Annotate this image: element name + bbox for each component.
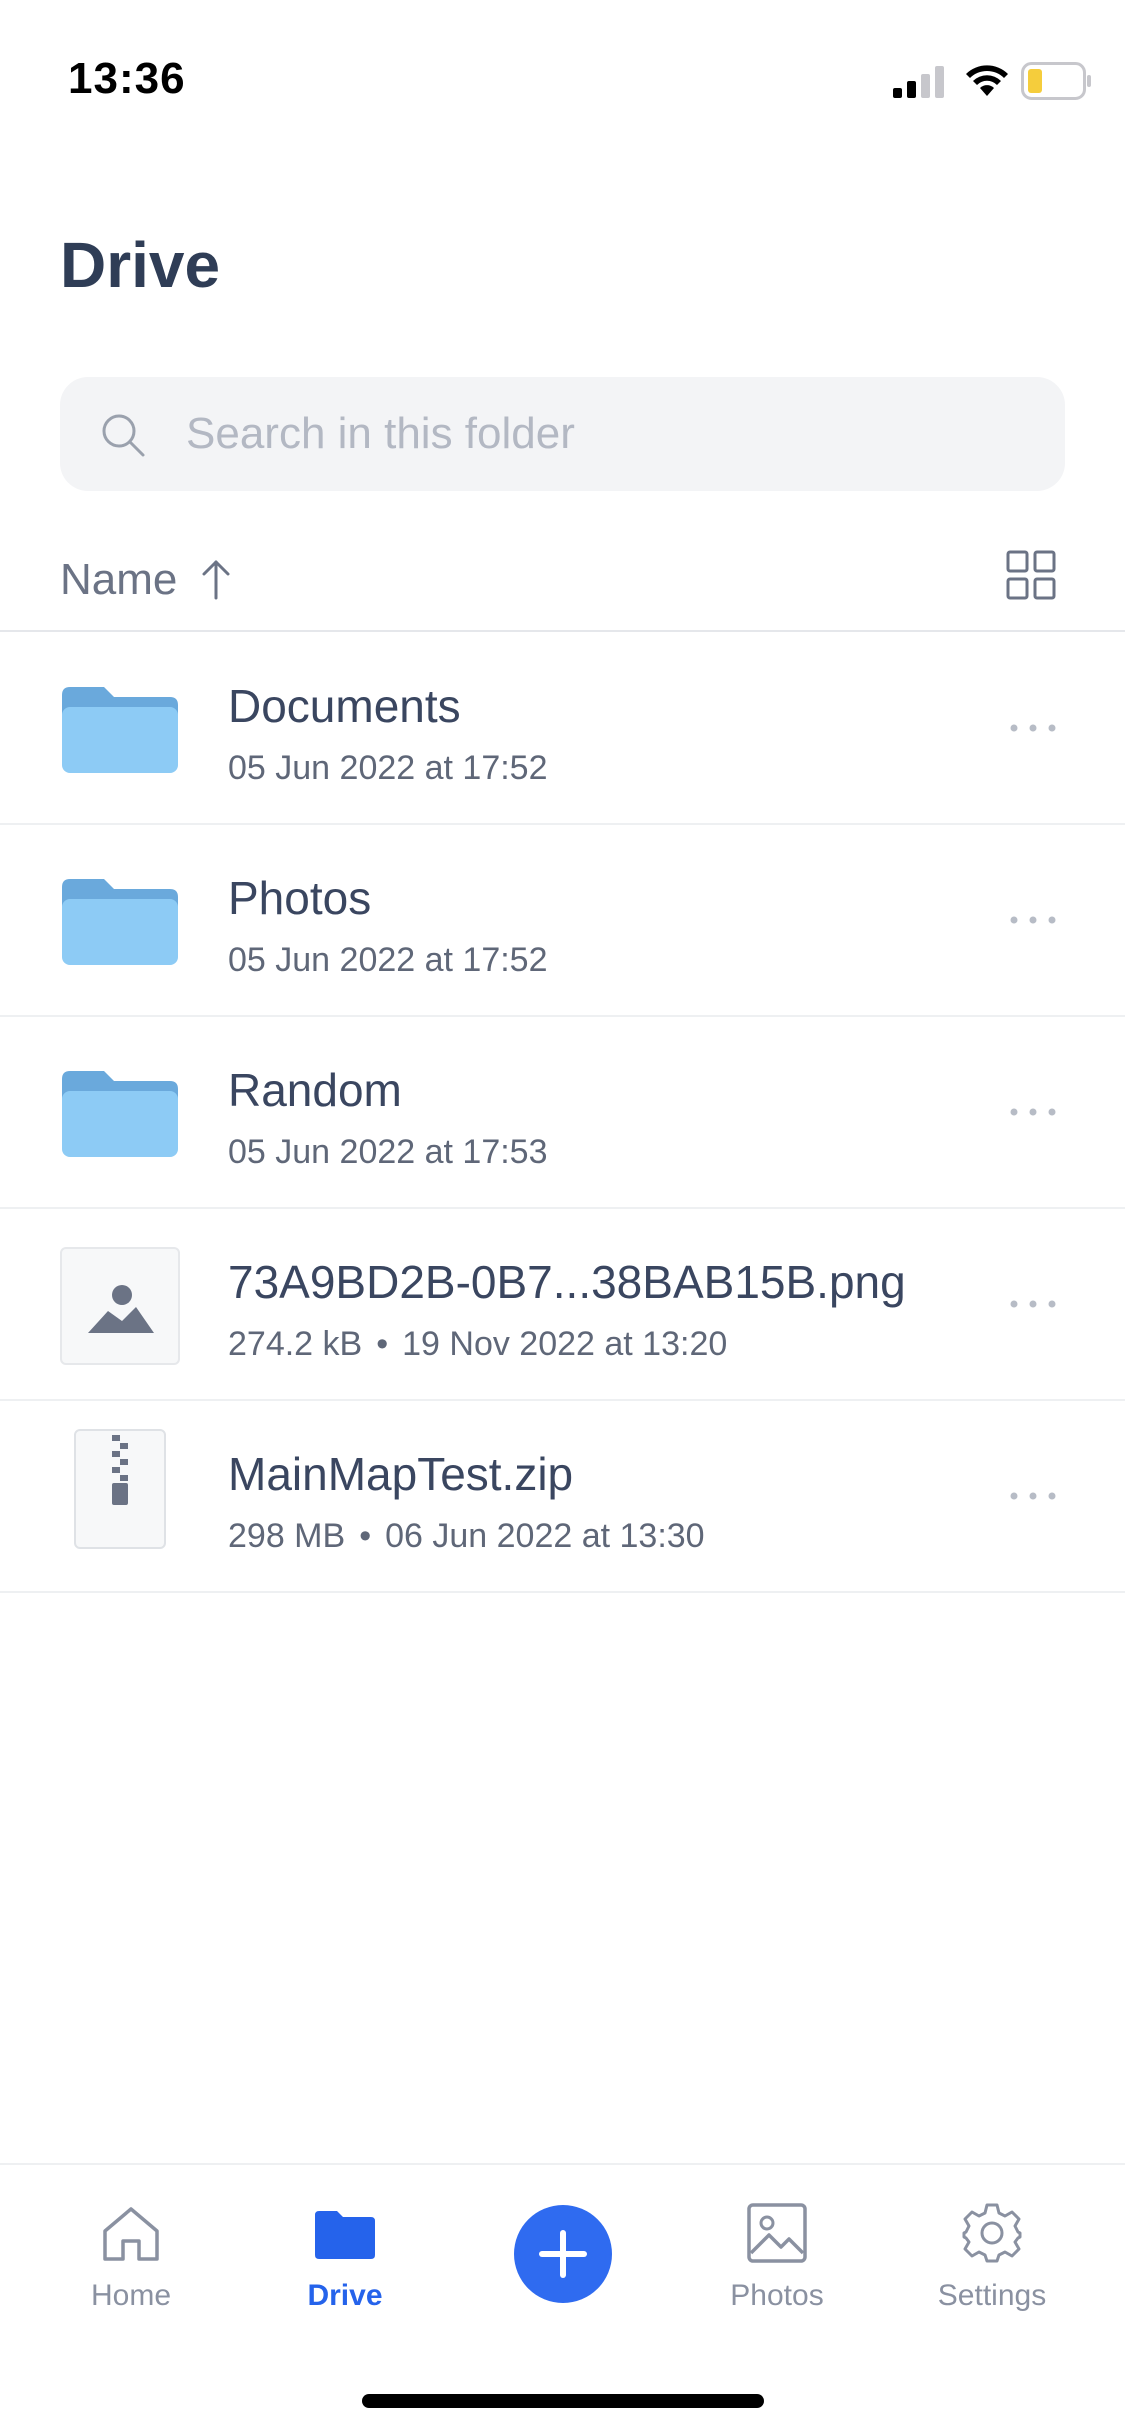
plus-icon [539, 2230, 587, 2278]
zip-file-icon [112, 1435, 128, 1505]
file-row-random[interactable]: Random 05 Jun 2022 at 17:53 [0, 1017, 1125, 1209]
file-name: Random [228, 1064, 402, 1116]
file-date: 05 Jun 2022 at 17:52 [228, 941, 548, 979]
nav-item-home[interactable]: Home [51, 2201, 211, 2313]
home-icon [103, 2207, 159, 2261]
status-time: 13:36 [68, 54, 186, 103]
more-horizontal-icon[interactable] [1008, 1481, 1058, 1511]
file-meta: 298 MB • 06 Jun 2022 at 13:30 [228, 1517, 705, 1556]
page-title: Drive [60, 229, 221, 301]
nav-label-drive: Drive [307, 2279, 383, 2312]
image-thumbnail [60, 1247, 180, 1365]
folder-icon [62, 687, 178, 773]
search-input[interactable] [186, 399, 1026, 469]
file-name: Photos [228, 872, 372, 924]
meta-separator: • [376, 1325, 389, 1363]
image-file-icon [88, 1285, 154, 1333]
file-size: 298 MB [228, 1517, 346, 1555]
file-meta: 274.2 kB • 19 Nov 2022 at 13:20 [228, 1325, 727, 1364]
arrow-up-icon [202, 560, 230, 600]
more-horizontal-icon[interactable] [1008, 713, 1058, 743]
sort-label: Name [60, 555, 178, 604]
gear-icon [962, 2203, 1022, 2263]
grid-view-icon[interactable] [1006, 550, 1056, 600]
file-name: MainMapTest.zip [228, 1448, 574, 1500]
file-row-photos[interactable]: Photos 05 Jun 2022 at 17:52 [0, 825, 1125, 1017]
search-bar[interactable] [60, 377, 1065, 491]
folder-icon [62, 1071, 178, 1157]
file-date: 05 Jun 2022 at 17:53 [228, 1133, 548, 1171]
file-row-png-image[interactable]: 73A9BD2B-0B7...38BAB15B.png 274.2 kB • 19 … [0, 1209, 1125, 1401]
more-horizontal-icon[interactable] [1008, 1289, 1058, 1319]
file-list: Documents 05 Jun 2022 at 17:52 Photos 05… [0, 633, 1125, 1593]
nav-item-settings[interactable]: Settings [912, 2201, 1072, 2313]
sort-toolbar: Name [0, 540, 1125, 632]
nav-label-home: Home [90, 2279, 172, 2312]
more-horizontal-icon[interactable] [1008, 905, 1058, 935]
file-row-zip[interactable]: MainMapTest.zip 298 MB • 06 Jun 2022 at 13… [0, 1401, 1125, 1593]
folder-icon [315, 2211, 375, 2259]
nav-label-settings: Settings [937, 2279, 1047, 2312]
status-bar: 13:36 [0, 0, 1125, 140]
file-name: Documents [228, 680, 461, 732]
folder-icon [62, 879, 178, 965]
meta-separator: • [359, 1517, 372, 1555]
search-icon [102, 414, 145, 457]
image-icon [747, 2203, 807, 2263]
sort-by-name-button[interactable]: Name [60, 550, 233, 610]
more-horizontal-icon[interactable] [1008, 1097, 1058, 1127]
nav-item-photos[interactable]: Photos [697, 2201, 857, 2313]
zip-thumbnail [74, 1429, 166, 1549]
add-button[interactable] [514, 2205, 612, 2303]
cellular-signal-icon [893, 66, 944, 98]
drive-screen: 13:36 Drive Name [0, 0, 1125, 2436]
home-indicator [362, 2394, 764, 2408]
nav-item-drive[interactable]: Drive [265, 2201, 425, 2313]
file-row-documents[interactable]: Documents 05 Jun 2022 at 17:52 [0, 633, 1125, 825]
file-size: 274.2 kB [228, 1325, 363, 1363]
file-name: 73A9BD2B-0B7...38BAB15B.png [228, 1256, 906, 1308]
file-date: 06 Jun 2022 at 13:30 [385, 1517, 705, 1555]
file-date: 19 Nov 2022 at 13:20 [402, 1325, 728, 1363]
file-date: 05 Jun 2022 at 17:52 [228, 749, 548, 787]
nav-label-photos: Photos [730, 2279, 824, 2312]
battery-icon [1021, 62, 1091, 100]
wifi-icon [966, 65, 1008, 96]
